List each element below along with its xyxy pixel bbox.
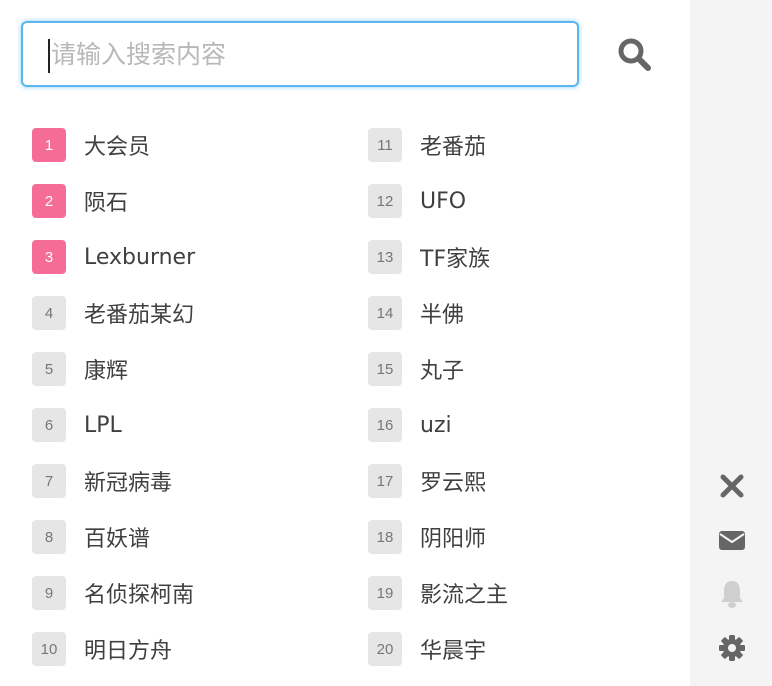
text-caret <box>48 39 50 73</box>
rank-badge: 5 <box>32 352 66 386</box>
rank-badge: 13 <box>368 240 402 274</box>
bell-icon <box>721 581 743 608</box>
hot-search-list: 1 大会员 2 陨石 3 Lexburner 4 老番茄某幻 5 康辉 6 LP… <box>0 125 690 686</box>
hot-search-label: 丸子 <box>420 359 465 384</box>
rank-badge: 16 <box>368 408 402 442</box>
gear-icon <box>719 635 745 661</box>
hot-search-label: 华晨宇 <box>420 639 487 664</box>
rank-badge: 14 <box>368 296 402 330</box>
hot-search-label: 百妖谱 <box>84 527 151 552</box>
search-icon <box>618 38 651 71</box>
rank-badge: 2 <box>32 184 66 218</box>
hot-search-item-3[interactable]: 3 Lexburner <box>32 237 195 277</box>
hot-search-item-18[interactable]: 18 阴阳师 <box>368 517 486 557</box>
settings-button[interactable] <box>714 630 750 666</box>
rank-badge: 3 <box>32 240 66 274</box>
hot-search-item-14[interactable]: 14 半佛 <box>368 293 464 333</box>
rank-badge: 7 <box>32 464 66 498</box>
hot-search-item-1[interactable]: 1 大会员 <box>32 125 150 165</box>
hot-search-item-5[interactable]: 5 康辉 <box>32 349 128 389</box>
hot-search-item-20[interactable]: 20 华晨宇 <box>368 629 486 669</box>
rank-badge: 8 <box>32 520 66 554</box>
hot-search-label: 陨石 <box>84 191 129 216</box>
rank-badge: 15 <box>368 352 402 386</box>
mail-button[interactable] <box>714 522 750 558</box>
sidebar <box>690 0 772 686</box>
close-button[interactable] <box>714 468 750 504</box>
rank-badge: 20 <box>368 632 402 666</box>
hot-search-label: 康辉 <box>84 359 129 384</box>
close-icon <box>720 474 744 498</box>
hot-search-label: 明日方舟 <box>84 639 173 664</box>
search-input[interactable] <box>23 23 577 85</box>
hot-search-item-9[interactable]: 9 名侦探柯南 <box>32 573 194 613</box>
hot-search-item-15[interactable]: 15 丸子 <box>368 349 464 389</box>
rank-badge: 10 <box>32 632 66 666</box>
hot-search-item-8[interactable]: 8 百妖谱 <box>32 517 150 557</box>
rank-badge: 17 <box>368 464 402 498</box>
hot-search-item-12[interactable]: 12 UFO <box>368 181 466 221</box>
hot-search-label: 老番茄某幻 <box>84 303 195 328</box>
hot-search-label: 老番茄 <box>420 135 487 160</box>
hot-search-label: 阴阳师 <box>420 527 487 552</box>
hot-search-label: 名侦探柯南 <box>84 583 195 608</box>
rank-badge: 12 <box>368 184 402 218</box>
hot-search-item-13[interactable]: 13 TF家族 <box>368 237 490 277</box>
rank-badge: 9 <box>32 576 66 610</box>
rank-badge: 4 <box>32 296 66 330</box>
hot-search-item-4[interactable]: 4 老番茄某幻 <box>32 293 194 333</box>
rank-badge: 11 <box>368 128 402 162</box>
hot-search-label: uzi <box>420 412 452 438</box>
hot-search-label: 新冠病毒 <box>84 471 173 496</box>
hot-search-label: 半佛 <box>420 303 465 328</box>
hot-search-label: TF家族 <box>420 247 491 272</box>
hot-search-label: LPL <box>84 412 122 438</box>
rank-badge: 6 <box>32 408 66 442</box>
mail-icon <box>719 531 745 550</box>
hot-search-item-16[interactable]: 16 uzi <box>368 405 452 445</box>
hot-search-item-17[interactable]: 17 罗云熙 <box>368 461 486 501</box>
search-button[interactable] <box>612 32 658 78</box>
rank-badge: 19 <box>368 576 402 610</box>
hot-search-item-6[interactable]: 6 LPL <box>32 405 122 445</box>
hot-search-label: Lexburner <box>84 244 196 270</box>
rank-badge: 1 <box>32 128 66 162</box>
search-box[interactable] <box>21 21 579 87</box>
hot-search-item-10[interactable]: 10 明日方舟 <box>32 629 172 669</box>
rank-badge: 18 <box>368 520 402 554</box>
hot-search-label: 罗云熙 <box>420 471 487 496</box>
hot-search-label: 大会员 <box>84 135 151 160</box>
hot-search-item-7[interactable]: 7 新冠病毒 <box>32 461 172 501</box>
hot-search-item-19[interactable]: 19 影流之主 <box>368 573 508 613</box>
hot-search-item-11[interactable]: 11 老番茄 <box>368 125 486 165</box>
notification-button[interactable] <box>714 576 750 612</box>
hot-search-item-2[interactable]: 2 陨石 <box>32 181 128 221</box>
hot-search-label: 影流之主 <box>420 583 509 608</box>
hot-search-label: UFO <box>420 188 467 214</box>
